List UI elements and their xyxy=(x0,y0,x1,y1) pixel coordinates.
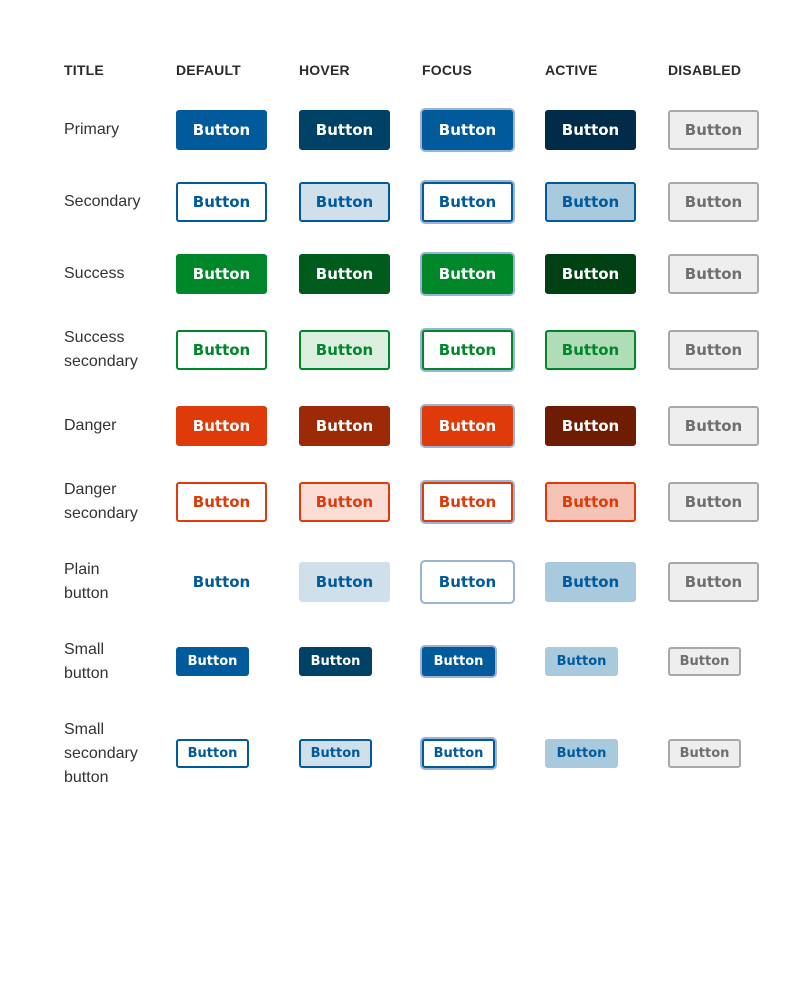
button-focus[interactable]: Button xyxy=(422,406,513,446)
header-default: DEFAULT xyxy=(176,62,241,78)
header-focus: FOCUS xyxy=(422,62,472,78)
row-title: Secondary xyxy=(64,190,164,214)
button-active[interactable]: Button xyxy=(545,182,636,222)
row-title: Success xyxy=(64,262,164,286)
button-disabled[interactable]: Button xyxy=(668,562,759,602)
header-disabled: DISABLED xyxy=(668,62,742,78)
row-title-line: Primary xyxy=(64,121,120,138)
row-title: Danger secondary xyxy=(64,478,164,526)
button-hover[interactable]: Button xyxy=(299,406,390,446)
row-title-line: secondary xyxy=(64,505,138,522)
button-hover[interactable]: Button xyxy=(299,647,372,676)
header-title: TITLE xyxy=(64,62,104,78)
button-active[interactable]: Button xyxy=(545,482,636,522)
button-hover[interactable]: Button xyxy=(299,254,390,294)
row-title-line: Small xyxy=(64,641,105,658)
button-disabled[interactable]: Button xyxy=(668,406,759,446)
button-hover[interactable]: Button xyxy=(299,562,390,602)
row-title-line: button xyxy=(64,665,109,682)
row-title: Primary xyxy=(64,118,164,142)
button-active[interactable]: Button xyxy=(545,254,636,294)
row-title: Danger xyxy=(64,414,164,438)
row-title: Small button xyxy=(64,638,164,686)
row-title-line: secondary xyxy=(64,353,138,370)
row-title: Plain button xyxy=(64,558,164,606)
button-default[interactable]: Button xyxy=(176,482,267,522)
button-disabled[interactable]: Button xyxy=(668,182,759,222)
button-default[interactable]: Button xyxy=(176,110,267,150)
row-title-line: Danger xyxy=(64,481,117,498)
row-title-line: button xyxy=(64,769,109,786)
row-title-line: Secondary xyxy=(64,193,141,210)
table-header: TITLE DEFAULT HOVER FOCUS ACTIVE DISABLED xyxy=(64,62,784,82)
button-focus[interactable]: Button xyxy=(422,254,513,294)
row-title-line: Success xyxy=(64,329,125,346)
button-hover[interactable]: Button xyxy=(299,482,390,522)
button-default[interactable]: Button xyxy=(176,647,249,676)
row-title-line: secondary xyxy=(64,745,138,762)
header-hover: HOVER xyxy=(299,62,350,78)
button-disabled[interactable]: Button xyxy=(668,110,759,150)
button-disabled[interactable]: Button xyxy=(668,739,741,768)
button-disabled[interactable]: Button xyxy=(668,330,759,370)
button-default[interactable]: Button xyxy=(176,182,267,222)
button-focus[interactable]: Button xyxy=(422,482,513,522)
row-title-line: Danger xyxy=(64,417,117,434)
button-active[interactable]: Button xyxy=(545,739,618,768)
button-hover[interactable]: Button xyxy=(299,182,390,222)
button-hover[interactable]: Button xyxy=(299,739,372,768)
button-focus[interactable]: Button xyxy=(422,739,495,768)
row-title-line: Success xyxy=(64,265,125,282)
button-active[interactable]: Button xyxy=(545,330,636,370)
row-title-line: Small xyxy=(64,721,105,738)
header-active: ACTIVE xyxy=(545,62,598,78)
button-focus[interactable]: Button xyxy=(422,330,513,370)
row-title-line: button xyxy=(64,585,109,602)
button-default[interactable]: Button xyxy=(176,254,267,294)
row-title: Success secondary xyxy=(64,326,164,374)
button-default[interactable]: Button xyxy=(176,406,267,446)
button-default[interactable]: Button xyxy=(176,739,249,768)
button-focus[interactable]: Button xyxy=(422,182,513,222)
button-active[interactable]: Button xyxy=(545,647,618,676)
button-hover[interactable]: Button xyxy=(299,330,390,370)
button-default[interactable]: Button xyxy=(176,330,267,370)
button-focus[interactable]: Button xyxy=(422,647,495,676)
button-disabled[interactable]: Button xyxy=(668,647,741,676)
button-focus[interactable]: Button xyxy=(422,110,513,150)
button-focus[interactable]: Button xyxy=(422,562,513,602)
button-active[interactable]: Button xyxy=(545,562,636,602)
button-disabled[interactable]: Button xyxy=(668,254,759,294)
button-default[interactable]: Button xyxy=(176,562,267,602)
button-hover[interactable]: Button xyxy=(299,110,390,150)
button-active[interactable]: Button xyxy=(545,110,636,150)
row-title-line: Plain xyxy=(64,561,100,578)
row-title: Small secondary button xyxy=(64,718,164,790)
button-active[interactable]: Button xyxy=(545,406,636,446)
button-disabled[interactable]: Button xyxy=(668,482,759,522)
